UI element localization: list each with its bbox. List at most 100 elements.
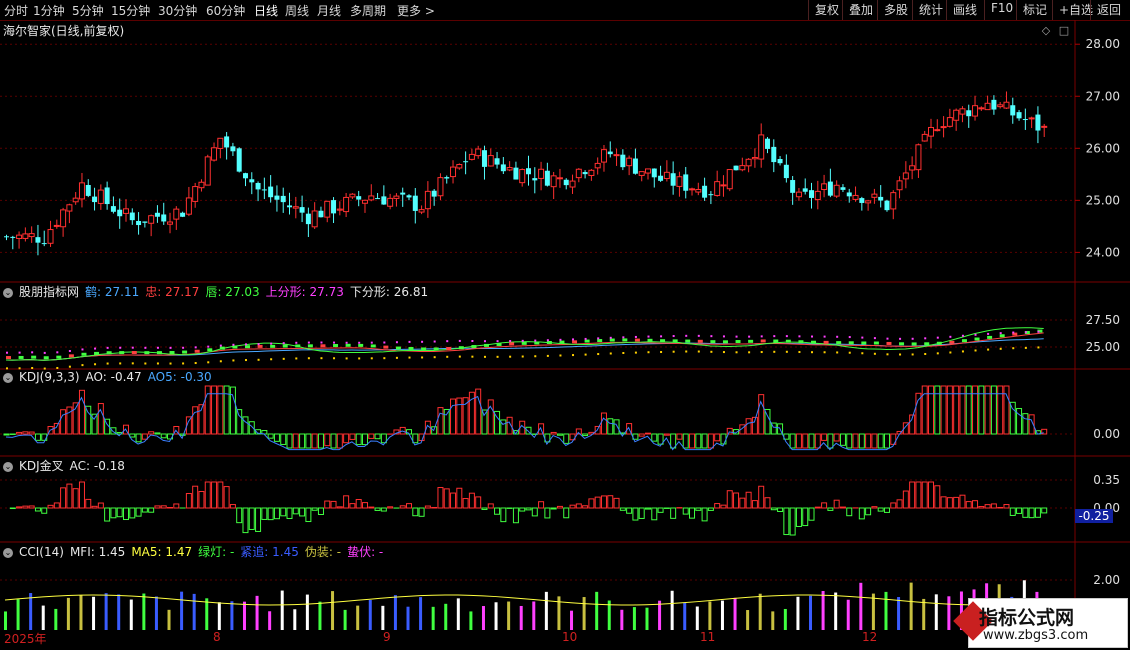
kdj-bar: [745, 418, 752, 435]
kdj-bar: [305, 433, 312, 449]
timeframe-tab-1[interactable]: 1分钟: [33, 2, 65, 19]
candle: [1041, 125, 1048, 128]
kdj-bar: [267, 433, 274, 439]
candle: [444, 177, 450, 179]
toolbar-button-4[interactable]: 画线: [950, 1, 980, 18]
toolbar-button-1[interactable]: 叠加: [846, 1, 876, 18]
histogram-bar: [811, 340, 817, 344]
fractal-dot-upper: [873, 337, 876, 340]
candle: [613, 154, 620, 157]
timeframe-tab-3[interactable]: 15分钟: [111, 2, 150, 19]
candle: [865, 200, 872, 204]
toolbar-button-0[interactable]: 复权: [812, 1, 842, 18]
fractal-dot-upper: [748, 335, 751, 338]
mfi-bar: [343, 609, 347, 630]
mfi-bar: [431, 606, 435, 630]
fractal-dot-upper: [597, 337, 600, 340]
candle: [809, 190, 815, 198]
cross-bar: [632, 507, 639, 521]
candle: [575, 168, 582, 179]
cross-bar: [292, 507, 299, 515]
candle: [47, 229, 54, 244]
candle: [909, 165, 916, 171]
kdj-bar: [695, 433, 702, 449]
collapse-icon[interactable]: ⌄: [3, 547, 13, 558]
mfi-bar: [695, 606, 699, 630]
cross-bar: [613, 497, 620, 509]
y-axis-label: 0.35: [1093, 473, 1120, 487]
candle: [902, 172, 909, 180]
candle: [41, 243, 47, 245]
mfi-bar: [419, 597, 423, 630]
histogram-bar: [999, 334, 1005, 338]
timeframe-tab-10[interactable]: 更多 >: [397, 2, 435, 19]
cross-bar: [915, 481, 922, 509]
collapse-icon[interactable]: ⌄: [3, 461, 13, 472]
mfi-bar: [154, 596, 158, 630]
kdj-bar: [758, 394, 765, 435]
fractal-dot-lower: [358, 357, 361, 360]
candle: [751, 157, 758, 160]
toolbar-button-5[interactable]: F10: [988, 1, 1016, 15]
candle: [268, 186, 274, 198]
cross-bar: [229, 504, 236, 509]
histogram-bar: [6, 356, 11, 360]
fractal-dot-lower: [936, 352, 939, 355]
fractal-dot-lower: [106, 362, 109, 365]
fractal-dot-upper: [534, 339, 537, 342]
cross-bar: [707, 507, 714, 511]
collapse-icon[interactable]: ⌄: [3, 372, 13, 383]
fractal-dot-lower: [1037, 346, 1040, 349]
cross-bar: [827, 507, 834, 511]
toolbar-button-8[interactable]: 返回: [1094, 1, 1124, 18]
candle: [814, 190, 821, 201]
mfi-bar: [29, 593, 33, 630]
fractal-dot-upper: [31, 351, 34, 354]
kdj-bar: [324, 433, 331, 447]
histogram-bar: [471, 345, 477, 349]
histogram-bar: [395, 346, 401, 350]
kdj-bar: [940, 385, 947, 435]
timeframe-tab-0[interactable]: 分时: [4, 2, 28, 19]
kdj-bar: [959, 385, 966, 435]
candle: [795, 191, 802, 198]
cross-bar: [984, 504, 991, 509]
candle: [292, 206, 299, 209]
histogram-bar: [848, 341, 854, 345]
mfi-bar: [205, 598, 209, 630]
candle: [689, 188, 696, 191]
kdj-bar: [663, 433, 670, 436]
x-axis-label: 8: [213, 630, 221, 644]
cross-bar: [450, 492, 457, 509]
timeframe-tab-6[interactable]: 日线: [254, 2, 278, 19]
fractal-dot-lower: [56, 366, 59, 369]
candle: [204, 156, 211, 186]
collapse-icon[interactable]: ⌄: [3, 287, 13, 298]
cross-bar: [110, 507, 117, 519]
timeframe-tab-5[interactable]: 60分钟: [206, 2, 245, 19]
kdj-bar: [638, 433, 645, 437]
toolbar-button-2[interactable]: 多股: [881, 1, 911, 18]
cross-bar: [934, 485, 941, 509]
fractal-dot-upper: [182, 346, 185, 349]
timeframe-tab-9[interactable]: 多周期: [350, 2, 386, 19]
candle: [274, 195, 280, 200]
timeframe-tab-8[interactable]: 月线: [317, 2, 341, 19]
kdj-bar: [135, 433, 142, 443]
cross-bar: [1009, 507, 1016, 516]
candle: [387, 197, 394, 207]
cross-bar: [78, 481, 85, 509]
histogram-bar: [559, 340, 565, 344]
timeframe-tab-2[interactable]: 5分钟: [72, 2, 104, 19]
toolbar-button-3[interactable]: 统计: [916, 1, 946, 18]
kdj-bar: [839, 433, 846, 446]
candle: [35, 237, 41, 243]
cross-bar: [833, 499, 840, 509]
kdj-bar: [60, 409, 67, 435]
kdj-bar: [953, 385, 960, 435]
timeframe-tab-4[interactable]: 30分钟: [158, 2, 197, 19]
timeframe-tab-7[interactable]: 周线: [285, 2, 309, 19]
toolbar-button-6[interactable]: 标记: [1020, 1, 1050, 18]
kdj-bar: [192, 406, 199, 435]
histogram-bar: [861, 341, 867, 345]
